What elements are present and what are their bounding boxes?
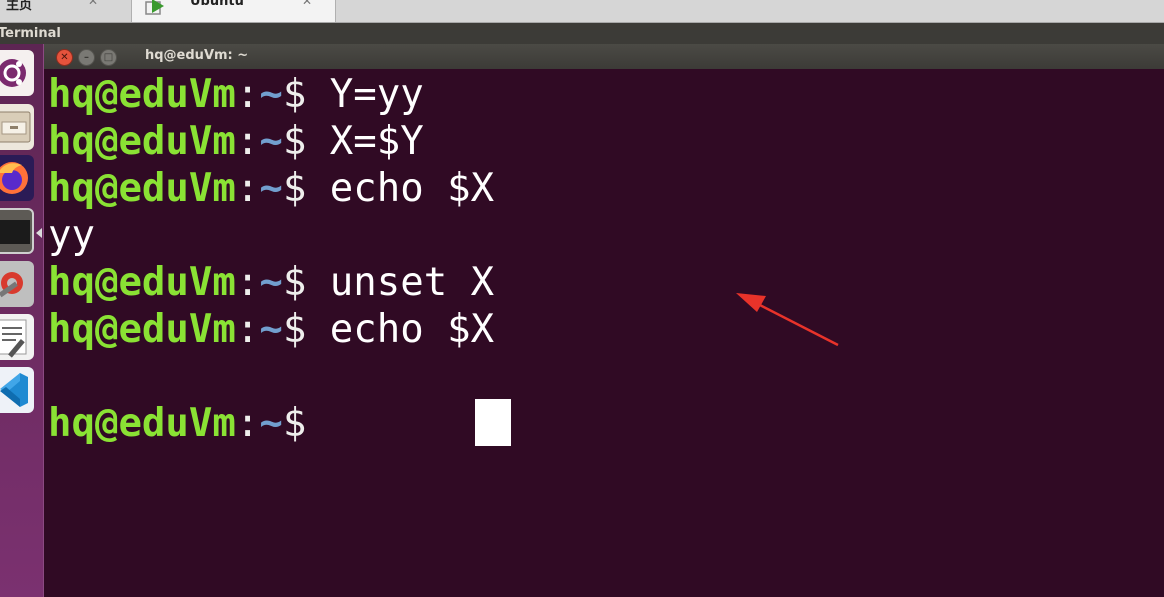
prompt-path: ~ bbox=[259, 307, 283, 352]
terminal-line: hq@eduVm:~$ X=$Y bbox=[48, 119, 424, 165]
prompt-user-host: hq@eduVm bbox=[48, 119, 236, 164]
active-indicator bbox=[36, 228, 42, 238]
window-title: hq@eduVm: ~ bbox=[145, 48, 249, 63]
launcher-item-vscode[interactable] bbox=[0, 367, 34, 413]
prompt-user-host: hq@eduVm bbox=[48, 72, 236, 117]
prompt-dollar: $ bbox=[282, 401, 330, 446]
prompt-dollar: $ bbox=[282, 307, 330, 352]
prompt-separator: : bbox=[235, 72, 260, 117]
prompt-dollar: $ bbox=[282, 119, 330, 164]
close-icon[interactable]: ✕ bbox=[88, 0, 98, 8]
launcher-item-files[interactable] bbox=[0, 104, 34, 150]
prompt-user-host: hq@eduVm bbox=[48, 307, 236, 352]
prompt-user-host: hq@eduVm bbox=[48, 260, 236, 305]
vm-tab-ubuntu[interactable]: Ubuntu ✕ bbox=[131, 0, 336, 22]
minimize-button[interactable]: – bbox=[78, 49, 95, 66]
command-text: echo $X bbox=[329, 166, 495, 211]
prompt-separator: : bbox=[235, 260, 260, 305]
prompt-path: ~ bbox=[259, 72, 283, 117]
terminal-line: hq@eduVm:~$ echo $X bbox=[48, 166, 494, 212]
prompt-user-host: hq@eduVm bbox=[48, 166, 236, 211]
launcher-item-firefox[interactable] bbox=[0, 155, 34, 201]
terminal-line: yy bbox=[48, 213, 95, 259]
prompt-path: ~ bbox=[259, 119, 283, 164]
terminal-titlebar: ✕ – □ hq@eduVm: ~ bbox=[44, 44, 1164, 69]
prompt-dollar: $ bbox=[282, 72, 330, 117]
terminal-line: hq@eduVm:~$ bbox=[48, 401, 330, 447]
close-icon[interactable]: ✕ bbox=[302, 0, 312, 8]
vm-tab-ubuntu-label: Ubuntu bbox=[190, 0, 244, 9]
command-text: X=$Y bbox=[329, 119, 424, 164]
prompt-separator: : bbox=[235, 119, 260, 164]
ubuntu-icon bbox=[0, 59, 26, 87]
terminal-cursor bbox=[475, 399, 511, 446]
prompt-separator: : bbox=[235, 401, 260, 446]
vm-icon bbox=[145, 0, 164, 15]
maximize-button[interactable]: □ bbox=[100, 49, 117, 66]
prompt-dollar: $ bbox=[282, 260, 330, 305]
launcher-item-settings[interactable] bbox=[0, 261, 34, 307]
prompt-dollar: $ bbox=[282, 166, 330, 211]
launcher-item-terminal[interactable] bbox=[0, 208, 34, 254]
app-title: Terminal bbox=[0, 26, 61, 41]
prompt-separator: : bbox=[235, 307, 260, 352]
vm-tab-bar: 主页 ✕ Ubuntu ✕ bbox=[0, 0, 1164, 23]
command-text: Y=yy bbox=[329, 72, 424, 117]
terminal-icon bbox=[0, 220, 30, 244]
terminal-line: hq@eduVm:~$ unset X bbox=[48, 260, 494, 306]
settings-icon bbox=[0, 272, 23, 298]
prompt-path: ~ bbox=[259, 166, 283, 211]
terminal-area[interactable]: hq@eduVm:~$ Y=yy hq@eduVm:~$ X=$Y hq@edu… bbox=[44, 69, 1164, 597]
text-editor-icon bbox=[0, 319, 27, 358]
terminal-line: hq@eduVm:~$ echo $X bbox=[48, 307, 494, 353]
command-output: yy bbox=[48, 213, 95, 258]
vm-tab-home-label: 主页 bbox=[6, 0, 33, 13]
app-title-bar: Terminal bbox=[0, 23, 1164, 44]
files-icon bbox=[0, 111, 31, 143]
command-text: unset X bbox=[329, 260, 495, 305]
prompt-path: ~ bbox=[259, 260, 283, 305]
launcher-item-text-editor[interactable] bbox=[0, 314, 34, 360]
terminal-line: hq@eduVm:~$ Y=yy bbox=[48, 72, 424, 118]
launcher bbox=[0, 44, 44, 597]
launcher-item-ubuntu[interactable] bbox=[0, 50, 34, 96]
close-button[interactable]: ✕ bbox=[56, 49, 73, 66]
command-text: echo $X bbox=[329, 307, 495, 352]
prompt-separator: : bbox=[235, 166, 260, 211]
vm-tab-home[interactable]: 主页 ✕ bbox=[0, 0, 120, 22]
prompt-user-host: hq@eduVm bbox=[48, 401, 236, 446]
firefox-icon bbox=[0, 162, 28, 194]
prompt-path: ~ bbox=[259, 401, 283, 446]
vscode-icon bbox=[0, 373, 28, 407]
